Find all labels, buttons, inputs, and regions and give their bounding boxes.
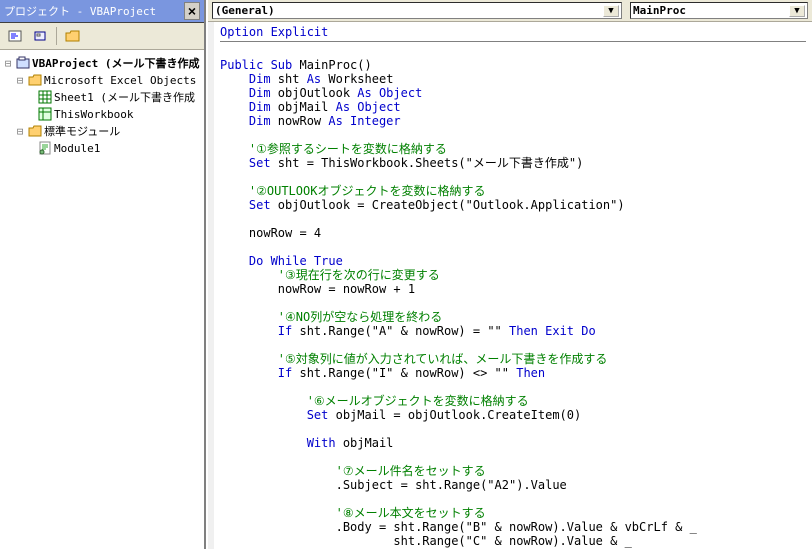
code-line: Dim [220,100,278,114]
panel-title-text: プロジェクト - VBAProject [4,3,156,19]
code-comment: '④NO列が空なら処理を終わる [220,310,442,324]
object-dropdown[interactable]: (General) ▼ [212,2,622,19]
tree-module1[interactable]: Module1 [2,140,202,156]
toolbar-separator [56,27,57,45]
code-line: sht.Range("C" & nowRow).Value & _ [220,534,632,548]
code-line: MainProc() [299,58,371,72]
expand-icon[interactable]: ⊟ [2,57,14,70]
code-line: With [220,436,343,450]
tree-modules[interactable]: ⊟ 標準モジュール [2,122,202,140]
code-line: sht [278,72,307,86]
code-line: .Subject = sht.Range("A2").Value [220,478,567,492]
chevron-down-icon: ▼ [789,5,805,17]
code-comment: '⑤対象列に値が入力されていれば、メール下書きを作成する [220,352,607,366]
code-line: Set [220,156,278,170]
code-line: sht = ThisWorkbook.Sheets("メール下書き作成") [278,156,584,170]
tree-root[interactable]: ⊟ VBAProject (メール下書き作成 [2,54,202,72]
code-editor[interactable]: Option Explicit Public Sub MainProc() Di… [208,22,812,549]
code-comment: '⑧メール本文をセットする [220,506,486,520]
code-line: nowRow [278,114,329,128]
procedure-dropdown[interactable]: MainProc ▼ [630,2,808,19]
code-comment: '⑦メール件名をセットする [220,464,486,478]
code-line: nowRow = nowRow + 1 [220,282,415,296]
code-line: Do While True [220,254,343,268]
folder-icon-button[interactable] [62,26,84,46]
code-line: Dim [220,72,278,86]
view-code-icon[interactable] [4,26,26,46]
code-line: Dim [220,114,278,128]
tree-module1-label: Module1 [54,142,100,155]
folder-icon [28,73,42,87]
code-line: sht.Range("A" & nowRow) = "" [299,324,509,338]
code-line: Then [516,366,545,380]
expand-icon[interactable]: ⊟ [14,125,26,138]
tree-sheet1[interactable]: Sheet1 (メール下書き作成 [2,88,202,106]
object-dropdown-value: (General) [215,4,275,17]
folder-icon [28,124,42,138]
code-line: objMail [343,436,394,450]
code-line: As Object [357,86,422,100]
code-comment: '⑥メールオブジェクトを変数に格納する [220,394,529,408]
tree-root-label: VBAProject (メール下書き作成 [32,55,199,71]
code-line: Set [220,408,336,422]
code-line: objOutlook [278,86,357,100]
tree-excel-objects-label: Microsoft Excel Objects [44,74,196,87]
code-line: .Body = sht.Range("B" & nowRow).Value & … [220,520,697,534]
code-line: sht.Range("I" & nowRow) <> "" [299,366,516,380]
code-comment: '③現在行を次の行に変更する [220,268,440,282]
workbook-icon [38,107,52,121]
code-dropdown-row: (General) ▼ MainProc ▼ [208,0,812,22]
code-line: If [220,324,299,338]
code-line: objMail = objOutlook.CreateItem(0) [336,408,582,422]
code-line: objOutlook = CreateObject("Outlook.Appli… [278,198,625,212]
code-comment: '②OUTLOOKオブジェクトを変数に格納する [220,184,485,198]
project-tree[interactable]: ⊟ VBAProject (メール下書き作成 ⊟ Microsoft Excel… [0,50,204,549]
expand-icon[interactable]: ⊟ [14,74,26,87]
code-line: Set [220,198,278,212]
tree-sheet1-label: Sheet1 (メール下書き作成 [54,89,195,105]
code-line: objMail [278,100,336,114]
vba-project-icon [16,56,30,70]
code-line: As [307,72,329,86]
view-object-icon[interactable] [29,26,51,46]
code-line: Worksheet [328,72,393,86]
module-icon [38,141,52,155]
code-line: As Integer [328,114,400,128]
code-line: Public Sub [220,58,299,72]
project-toolbar [0,23,204,50]
code-line: If [220,366,299,380]
code-line: Then Exit Do [509,324,596,338]
chevron-down-icon: ▼ [603,5,619,17]
tree-thisworkbook[interactable]: ThisWorkbook [2,106,202,122]
code-line: nowRow = 4 [220,226,321,240]
code-comment: '①参照するシートを変数に格納する [220,142,447,156]
worksheet-icon [38,90,52,104]
code-line: Dim [220,86,278,100]
tree-thisworkbook-label: ThisWorkbook [54,108,133,121]
tree-excel-objects[interactable]: ⊟ Microsoft Excel Objects [2,72,202,88]
project-panel-title: プロジェクト - VBAProject × [0,0,204,23]
code-line: As Object [336,100,401,114]
procedure-dropdown-value: MainProc [633,4,686,17]
tree-modules-label: 標準モジュール [44,123,120,139]
code-line: Option Explicit [220,25,328,39]
panel-close-button[interactable]: × [184,2,200,20]
